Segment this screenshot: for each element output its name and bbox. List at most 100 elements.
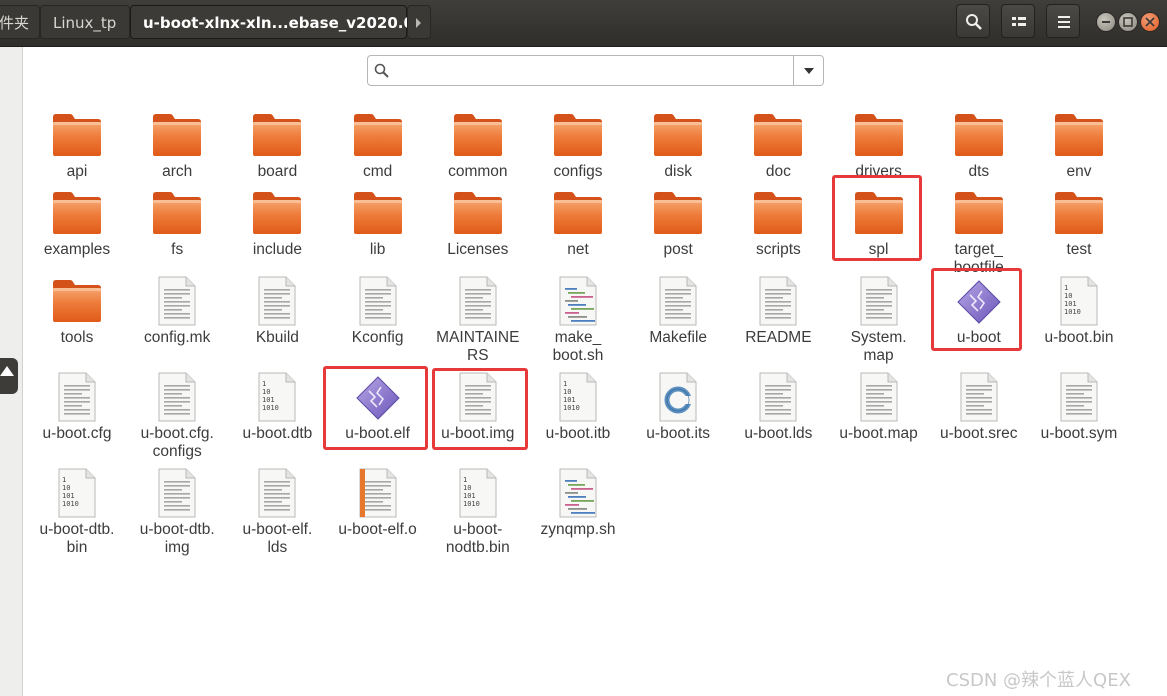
view-toggle-button[interactable]: [1001, 4, 1035, 38]
folder-item[interactable]: fs: [127, 188, 227, 274]
folder-item[interactable]: arch: [127, 110, 227, 196]
folder-item[interactable]: Licenses: [428, 188, 528, 274]
folder-item[interactable]: test: [1029, 188, 1129, 274]
svg-text:101: 101: [463, 492, 476, 500]
folder-icon: [1054, 188, 1104, 238]
folder-icon: [52, 188, 102, 238]
folder-item[interactable]: include: [227, 188, 327, 274]
breadcrumb-current[interactable]: u-boot-xlnx-xln...ebase_v2020.01: [130, 5, 424, 39]
folder-icon: [453, 110, 503, 160]
breadcrumb-label: 件夹: [0, 14, 30, 32]
folder-icon: [252, 188, 302, 238]
text-file-icon: [152, 372, 202, 422]
file-name-label: api: [66, 163, 88, 180]
svg-text:1010: 1010: [563, 404, 580, 412]
folder-item[interactable]: board: [227, 110, 327, 196]
minimize-button[interactable]: [1096, 12, 1116, 32]
folder-item[interactable]: dts: [929, 110, 1029, 196]
highlight-box: [432, 368, 528, 450]
file-item[interactable]: u-boot.cfg. configs: [127, 372, 227, 460]
svg-text:10: 10: [463, 484, 471, 492]
text-file-icon: [1054, 372, 1104, 422]
search-button[interactable]: [956, 4, 990, 38]
file-item[interactable]: make_ boot.sh: [528, 276, 628, 364]
svg-text:1: 1: [563, 380, 567, 388]
file-name-label: board: [257, 163, 298, 180]
file-item[interactable]: u-boot-dtb. img: [127, 468, 227, 556]
folder-item[interactable]: scripts: [728, 188, 828, 274]
file-name-label: scripts: [755, 241, 801, 258]
file-item[interactable]: MAINTAINE RS: [428, 276, 528, 364]
folder-item[interactable]: post: [628, 188, 728, 274]
file-item[interactable]: config.mk: [127, 276, 227, 362]
folder-item[interactable]: cmd: [328, 110, 428, 196]
file-name-label: Licenses: [447, 241, 509, 258]
file-item[interactable]: 1 10 101 1010 u-boot.dtb: [227, 372, 327, 458]
file-item[interactable]: Kbuild: [227, 276, 327, 362]
svg-text:1: 1: [262, 380, 266, 388]
file-item[interactable]: README: [728, 276, 828, 362]
file-item[interactable]: Kconfig: [328, 276, 428, 362]
close-icon: [1145, 17, 1155, 27]
breadcrumb-linux-tp[interactable]: Linux_tp: [40, 5, 130, 39]
folder-icon: [52, 110, 102, 160]
file-item[interactable]: u-boot.map: [829, 372, 929, 458]
svg-text:10: 10: [1064, 292, 1072, 300]
folder-item[interactable]: configs: [528, 110, 628, 196]
file-item[interactable]: 1 10 101 1010 u-boot.itb: [528, 372, 628, 458]
svg-text:1010: 1010: [1064, 308, 1081, 316]
folder-item[interactable]: examples: [27, 188, 127, 274]
eject-tab[interactable]: [0, 358, 18, 394]
file-name-label: disk: [664, 163, 692, 180]
folder-item[interactable]: lib: [328, 188, 428, 274]
search-input[interactable]: [398, 59, 792, 84]
file-item[interactable]: u-boot.lds: [728, 372, 828, 458]
folder-item[interactable]: disk: [628, 110, 728, 196]
folder-item[interactable]: tools: [27, 276, 127, 362]
folder-icon: [753, 188, 803, 238]
file-item[interactable]: u-boot.sym: [1029, 372, 1129, 458]
text-file-icon: [653, 276, 703, 326]
breadcrumb-forward-button[interactable]: [407, 5, 431, 39]
file-name-label: net: [567, 241, 589, 258]
folder-item[interactable]: target_ bootfile: [929, 188, 1029, 276]
menu-button[interactable]: [1046, 4, 1080, 38]
file-item[interactable]: Makefile: [628, 276, 728, 362]
close-button[interactable]: [1140, 12, 1160, 32]
folder-item[interactable]: common: [428, 110, 528, 196]
file-name-label: u-boot.bin: [1044, 329, 1114, 346]
file-name-label: u-boot-elf.o: [338, 521, 417, 538]
file-name-label: System. map: [850, 329, 907, 364]
search-bar: [367, 55, 824, 86]
folder-item[interactable]: env: [1029, 110, 1129, 196]
file-item[interactable]: u-boot.its: [628, 372, 728, 458]
file-name-label: make_ boot.sh: [552, 329, 604, 364]
file-name-label: u-boot.dtb: [242, 425, 313, 442]
file-item[interactable]: 1 10 101 1010 u-boot-dtb. bin: [27, 468, 127, 556]
file-name-label: u-boot-dtb. img: [139, 521, 215, 556]
text-file-icon: [753, 372, 803, 422]
folder-item[interactable]: net: [528, 188, 628, 274]
breadcrumb-parent[interactable]: 件夹: [0, 5, 40, 39]
file-item[interactable]: u-boot.cfg: [27, 372, 127, 458]
file-item[interactable]: zynqmp.sh: [528, 468, 628, 554]
file-item[interactable]: u-boot-elf. lds: [227, 468, 327, 556]
text-file-icon: [954, 372, 1004, 422]
file-name-label: env: [1066, 163, 1092, 180]
svg-text:101: 101: [62, 492, 75, 500]
file-item[interactable]: 1 10 101 1010 u-boot- nodtb.bin: [428, 468, 528, 556]
file-item[interactable]: 1 10 101 1010 u-boot.bin: [1029, 276, 1129, 362]
file-name-label: Kconfig: [351, 329, 404, 346]
folder-item[interactable]: doc: [728, 110, 828, 196]
search-options-dropdown[interactable]: [793, 56, 823, 85]
text-file-icon: [152, 468, 202, 518]
file-item[interactable]: u-boot.srec: [929, 372, 1029, 458]
folder-icon: [252, 110, 302, 160]
file-name-label: examples: [43, 241, 111, 258]
folder-item[interactable]: api: [27, 110, 127, 196]
text-file-icon: [854, 372, 904, 422]
folder-icon: [553, 188, 603, 238]
file-item[interactable]: System. map: [829, 276, 929, 364]
maximize-button[interactable]: [1118, 12, 1138, 32]
file-item[interactable]: u-boot-elf.o: [328, 468, 428, 554]
